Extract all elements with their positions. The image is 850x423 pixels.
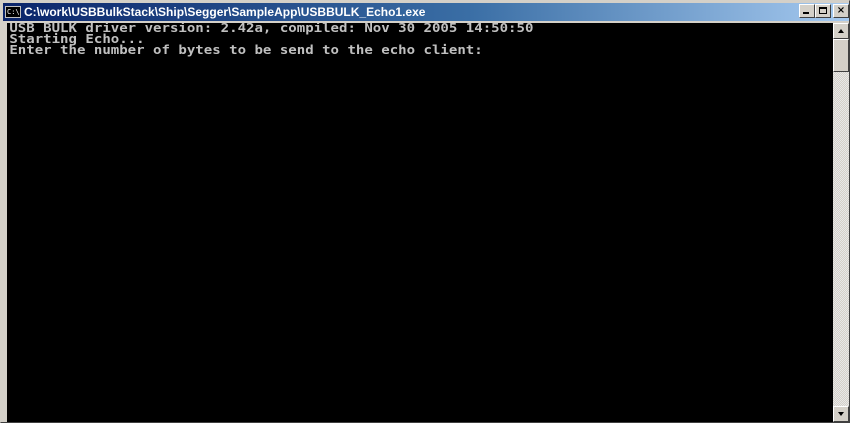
title-bar[interactable]: C:\ C:\work\USBBulkStack\Ship\Segger\Sam…: [3, 3, 849, 21]
console-output[interactable]: USB BULK driver version: 2.42a, compiled…: [7, 23, 833, 422]
minimize-button[interactable]: [799, 4, 815, 18]
maximize-icon: [819, 7, 827, 14]
close-button[interactable]: ×: [833, 4, 849, 18]
scroll-down-button[interactable]: [833, 406, 849, 422]
scrollbar-thumb[interactable]: [833, 39, 849, 72]
maximize-button[interactable]: [815, 4, 831, 18]
scroll-down-icon: [838, 412, 844, 416]
scroll-up-button[interactable]: [833, 23, 849, 39]
console-lines: USB BULK driver version: 2.42a, compiled…: [7, 23, 833, 56]
console-line: Enter the number of bytes to be send to …: [9, 43, 483, 57]
scroll-up-icon: [838, 29, 844, 33]
close-icon: ×: [836, 5, 846, 16]
title-buttons: ×: [799, 4, 849, 18]
vertical-scrollbar[interactable]: [833, 23, 849, 422]
console-app-icon[interactable]: C:\: [5, 6, 21, 18]
window-title: C:\work\USBBulkStack\Ship\Segger\SampleA…: [24, 5, 426, 19]
console-window: C:\ C:\work\USBBulkStack\Ship\Segger\Sam…: [0, 0, 850, 423]
minimize-icon: [803, 12, 809, 14]
